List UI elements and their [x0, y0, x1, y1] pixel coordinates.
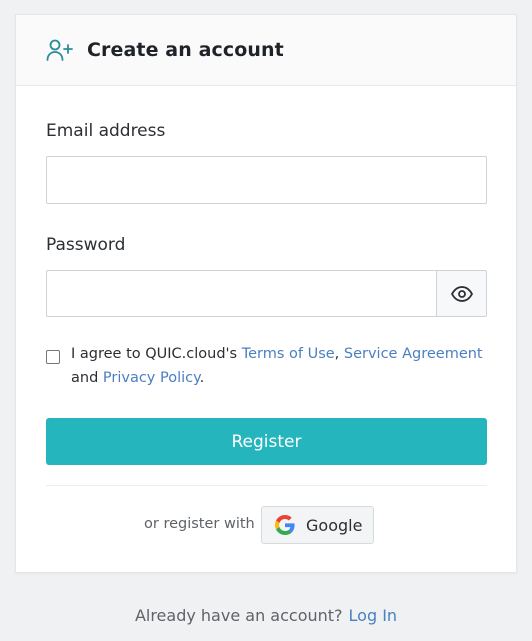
login-link[interactable]: Log In — [349, 606, 398, 625]
divider — [46, 485, 487, 486]
register-card: Create an account Email address Password… — [15, 14, 517, 573]
or-register-text: or register with — [144, 516, 255, 532]
google-label: Google — [306, 515, 363, 535]
password-input[interactable] — [46, 270, 436, 317]
agree-period: . — [199, 370, 205, 386]
card-header: Create an account — [16, 15, 516, 86]
email-label: Email address — [46, 121, 166, 141]
login-prompt-text: Already have an account? — [134, 606, 343, 625]
show-password-button[interactable] — [436, 270, 487, 317]
terms-of-use-link[interactable]: Terms of Use — [242, 346, 335, 362]
service-agreement-link[interactable]: Service Agreement — [344, 346, 483, 362]
agree-and: and — [71, 370, 103, 386]
email-input[interactable] — [46, 156, 487, 204]
google-icon — [275, 515, 295, 535]
terms-agreement: I agree to QUIC.cloud's Terms of Use, Se… — [46, 342, 487, 390]
agree-text: I agree to QUIC.cloud's Terms of Use, Se… — [71, 342, 483, 390]
google-signup-button[interactable]: Google — [261, 506, 374, 544]
agree-comma: , — [334, 346, 344, 362]
page-title: Create an account — [87, 39, 284, 61]
privacy-policy-link[interactable]: Privacy Policy — [103, 370, 200, 386]
agree-checkbox[interactable] — [46, 350, 60, 364]
password-field-group — [46, 270, 487, 317]
register-button[interactable]: Register — [46, 418, 487, 465]
login-prompt: Already have an account? Log In — [0, 606, 532, 625]
user-plus-icon — [46, 36, 74, 64]
password-label: Password — [46, 235, 126, 255]
agree-prefix: I agree to QUIC.cloud's — [71, 346, 242, 362]
eye-icon — [450, 285, 473, 302]
